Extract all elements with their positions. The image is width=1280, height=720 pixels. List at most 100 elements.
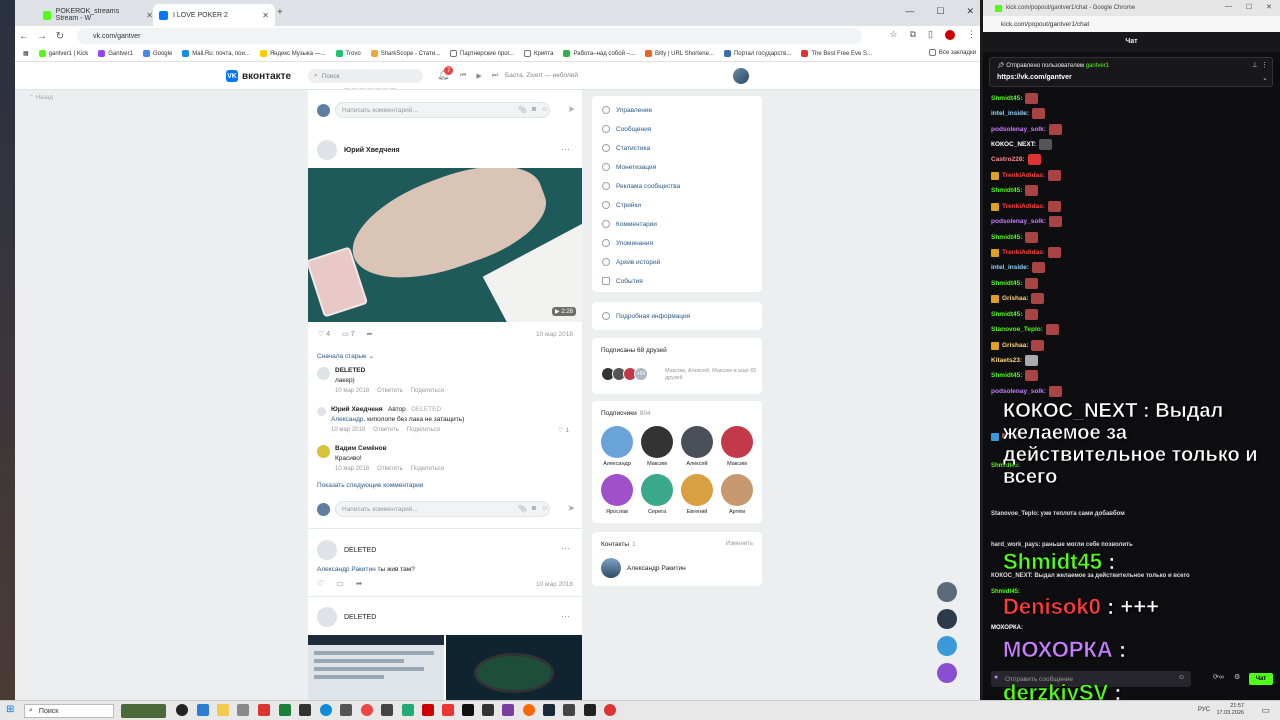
chat-message[interactable]: TrenkiAdidas: [991, 201, 1061, 212]
back-link[interactable]: ⌃ Назад [29, 94, 53, 101]
back-icon[interactable]: ← [15, 31, 33, 42]
chat-message[interactable]: Shmidt45: [991, 370, 1039, 381]
subscriber[interactable]: Максим [639, 426, 675, 467]
author-avatar[interactable] [317, 140, 337, 160]
comment-button[interactable]: ▭ 7 [342, 330, 354, 338]
app-icon[interactable] [279, 704, 291, 716]
bookmark-item[interactable]: Яндекс Музыка —... [259, 50, 326, 57]
pinned-user[interactable]: gantver1 [1086, 63, 1109, 69]
emoji-icon[interactable]: ☺ [541, 106, 548, 114]
chat-username[interactable]: podsolenay_solk: [991, 218, 1046, 225]
next-track-icon[interactable]: ⏭ [492, 72, 498, 80]
bookmark-folder[interactable]: Крипта [524, 50, 553, 57]
chat-username[interactable]: Castro228: [991, 156, 1025, 163]
menu-mentions[interactable]: Упоминания [602, 239, 653, 247]
extensions-icon[interactable]: ⧉ [910, 29, 916, 40]
more-options-icon[interactable]: ⋮ [1261, 61, 1268, 69]
post-video[interactable]: ▶ 2:28 [308, 168, 582, 322]
chat-message[interactable]: podsolenay_solk: [991, 124, 1062, 135]
chat-message[interactable]: hard_work_pays: раньше могли себе позвол… [991, 542, 1133, 548]
app-icon[interactable] [197, 704, 209, 716]
profile-icon[interactable] [945, 30, 955, 40]
chat-username[interactable]: TrenkiAdidas: [1002, 249, 1045, 256]
pinned-message[interactable]: 📌︎ Отправлено пользователем gantver1 htt… [989, 57, 1273, 87]
menu-messages[interactable]: Сообщения [602, 125, 651, 133]
commenter-avatar[interactable] [317, 445, 330, 458]
post-author[interactable]: Юрий Хведченя [344, 147, 400, 154]
poker-screenshot-1[interactable] [308, 635, 444, 702]
more-options-icon[interactable]: ··· [561, 611, 570, 621]
menu-manage[interactable]: Управление [602, 106, 652, 114]
app-icon[interactable] [502, 704, 514, 716]
prev-track-icon[interactable]: ⏮ [460, 72, 466, 80]
bookmark-star-icon[interactable]: ☆ [890, 29, 898, 40]
mention-link[interactable]: Александр, [331, 416, 365, 423]
comment-author[interactable]: DELETED [335, 367, 365, 374]
sort-comments[interactable]: Сначала старые ⌄ [317, 352, 374, 360]
chat-message[interactable]: podsolenay_solk: [991, 216, 1062, 227]
folder-icon[interactable] [217, 704, 229, 716]
app-icon[interactable] [299, 704, 311, 716]
weather-widget[interactable] [121, 704, 166, 718]
notifications-bell-icon[interactable]: 🔔︎ 7 [437, 66, 453, 81]
app-icon[interactable] [237, 704, 249, 716]
chat-message[interactable]: Shmidt45: [991, 309, 1039, 320]
pin-icon[interactable]: ⊥ [1252, 61, 1258, 69]
chat-message[interactable]: Stanovoe_Teplo: уже теплота сами добавбо… [991, 511, 1125, 517]
chat-username[interactable]: Shmidt45: [991, 280, 1022, 287]
chat-send-button[interactable]: Чат [1249, 673, 1273, 685]
chat-message[interactable]: podsolenay_solk: [991, 386, 1062, 397]
apps-icon[interactable]: ▦ [23, 50, 29, 57]
subscriber[interactable]: Артём [719, 474, 755, 515]
highlighted-username[interactable]: МОХОРКА [1003, 637, 1113, 662]
chat-username[interactable]: TrenkiAdidas: [1002, 172, 1045, 179]
camera-icon[interactable]: ◙ [532, 106, 536, 114]
tab-kick[interactable]: POKEROK_streams Stream - W ✕ [37, 4, 159, 26]
camera-icon[interactable]: ◙ [532, 505, 536, 513]
chat-avatar-icon[interactable] [937, 663, 957, 683]
chat-message[interactable]: МОХОРКА: [991, 625, 1023, 631]
start-icon[interactable]: ⊞ [6, 704, 14, 715]
chat-username[interactable]: podsolenay_solk: [991, 126, 1046, 133]
post-author[interactable]: DELETED [344, 547, 376, 554]
chat-message[interactable]: intel_inside: [991, 108, 1045, 119]
chat-message[interactable]: Kitaets23: [991, 355, 1039, 366]
app-icon[interactable] [604, 704, 616, 716]
show-more-comments[interactable]: Показать следующие комментарии [317, 482, 423, 489]
gear-icon[interactable]: ⚙ [1234, 673, 1240, 681]
attach-icon[interactable]: 📎︎ [518, 505, 527, 513]
like-icon[interactable]: ♡ [317, 579, 324, 588]
close-window-icon[interactable]: ✕ [966, 6, 974, 17]
clock[interactable]: 21:57 17.03.2026 [1216, 703, 1244, 717]
bookmark-item[interactable]: Google [142, 50, 172, 57]
chrome-icon[interactable] [361, 704, 373, 716]
subscriber[interactable]: Серега [639, 474, 675, 515]
chat-username[interactable]: Shmidt45: [991, 187, 1022, 194]
post-date[interactable]: 10 мар 2018 [536, 581, 573, 588]
post-date[interactable]: 10 мар 2018 [536, 331, 573, 338]
chat-message[interactable]: Castro228: [991, 154, 1041, 165]
chat-avatar-icon[interactable] [937, 636, 957, 656]
bookmark-item[interactable]: Bitly | URL Shortene... [644, 50, 714, 57]
chat-username[interactable]: Shmidt45: [991, 234, 1022, 241]
friends-avatars[interactable]: +65 [601, 367, 648, 381]
new-tab-icon[interactable]: + [277, 7, 283, 18]
chat-username[interactable]: podsolenay_solk: [991, 388, 1046, 395]
chat-avatar-icon[interactable] [937, 609, 957, 629]
bookmark-item[interactable]: The Best Free Eve S... [801, 50, 872, 57]
subscriber[interactable]: Ярослав [599, 474, 635, 515]
comment-date[interactable]: 10 мар 2018 [335, 466, 369, 472]
edit-contacts-link[interactable]: Изменить [726, 541, 753, 547]
taskbar-search[interactable]: ⌕ Поиск [24, 704, 114, 718]
like-button[interactable]: ♡ 4 [318, 330, 330, 338]
chat-username[interactable]: МОХОРКА: [991, 625, 1023, 631]
bookmark-item[interactable]: Gantver1 [98, 50, 133, 57]
bookmark-item[interactable]: Trovo [335, 50, 361, 57]
language-indicator[interactable]: РУС [1198, 707, 1210, 713]
sidebar-icon[interactable]: ▯ [928, 29, 933, 40]
send-icon[interactable]: ➤ [567, 503, 575, 514]
comment-author[interactable]: Вадим Семёнов [335, 445, 387, 452]
play-icon[interactable]: ▶ [476, 72, 481, 80]
app-icon[interactable] [563, 704, 575, 716]
menu-stories-archive[interactable]: Архив историй [602, 258, 660, 266]
